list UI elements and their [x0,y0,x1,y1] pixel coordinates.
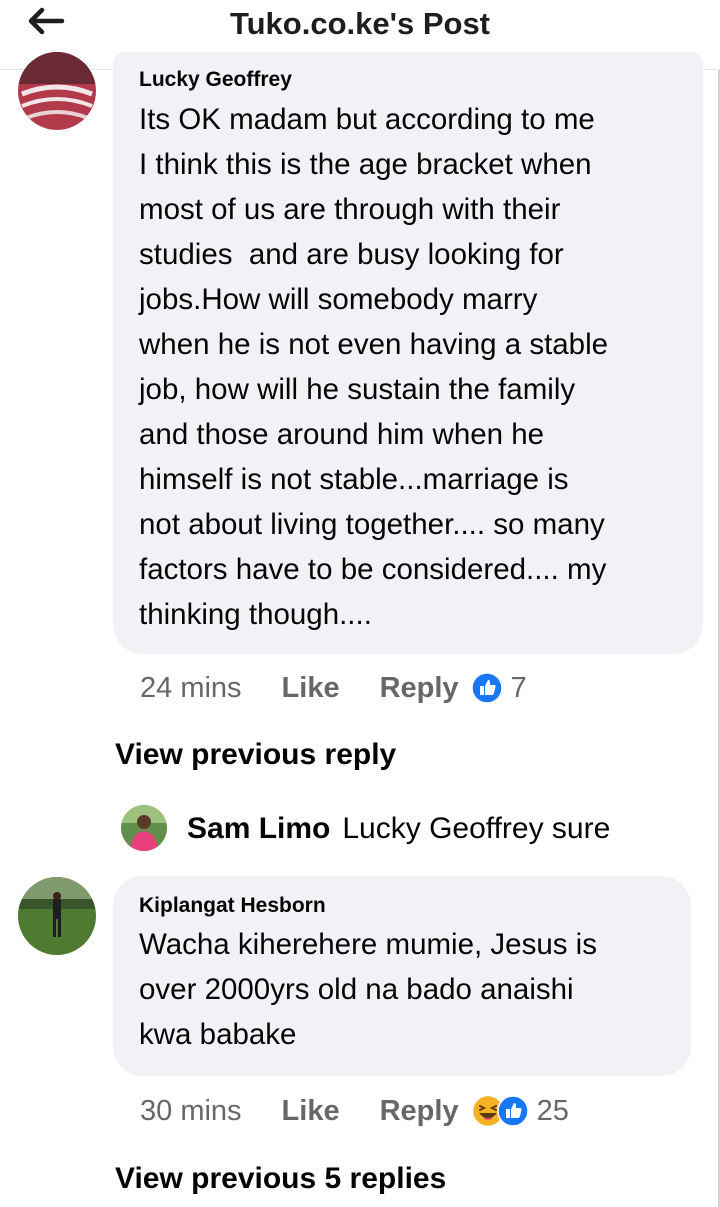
reply-item: Sam Limo Lucky Geoffrey sure [125,804,610,854]
view-previous-replies[interactable]: View previous 5 replies [115,1162,446,1196]
view-previous-replies[interactable]: View previous reply [115,738,396,772]
comment-text: Wacha kiherehere mumie, Jesus is over 20… [139,928,597,1051]
avatar-lucky-geoffrey[interactable] [18,52,96,130]
like-reaction-icon[interactable] [470,672,503,704]
comment-bubble: Lucky Geoffrey Its OK madam but accordin… [113,52,703,654]
comment-author[interactable]: Kiplangat Hesborn [139,894,667,918]
avatar-kiplangat-hesborn[interactable] [18,877,96,955]
like-button[interactable]: Like [282,1095,340,1128]
reaction-count[interactable]: 7 [511,672,527,705]
like-reaction-icon[interactable] [496,1095,529,1127]
comment-timestamp: 30 mins [140,1094,242,1127]
like-button[interactable]: Like [282,672,340,705]
comment-timestamp: 24 mins [140,671,242,704]
page-title: Tuko.co.ke's Post [229,6,491,41]
reply-text: Lucky Geoffrey sure [342,812,611,845]
comment-actions: 24 mins Like Reply 7 [140,668,527,708]
reaction-count[interactable]: 25 [537,1095,569,1128]
reply-button[interactable]: Reply [380,1095,459,1128]
comment-actions: 30 mins Like Reply 25 [140,1091,569,1131]
comment-author[interactable]: Lucky Geoffrey [139,68,679,92]
reply-author[interactable]: Sam Limo [187,812,330,846]
reply-button[interactable]: Reply [380,672,459,705]
comment-text: Its OK madam but according to me I think… [139,103,609,631]
comment-bubble: Kiplangat Hesborn Wacha kiherehere mumie… [113,876,691,1076]
